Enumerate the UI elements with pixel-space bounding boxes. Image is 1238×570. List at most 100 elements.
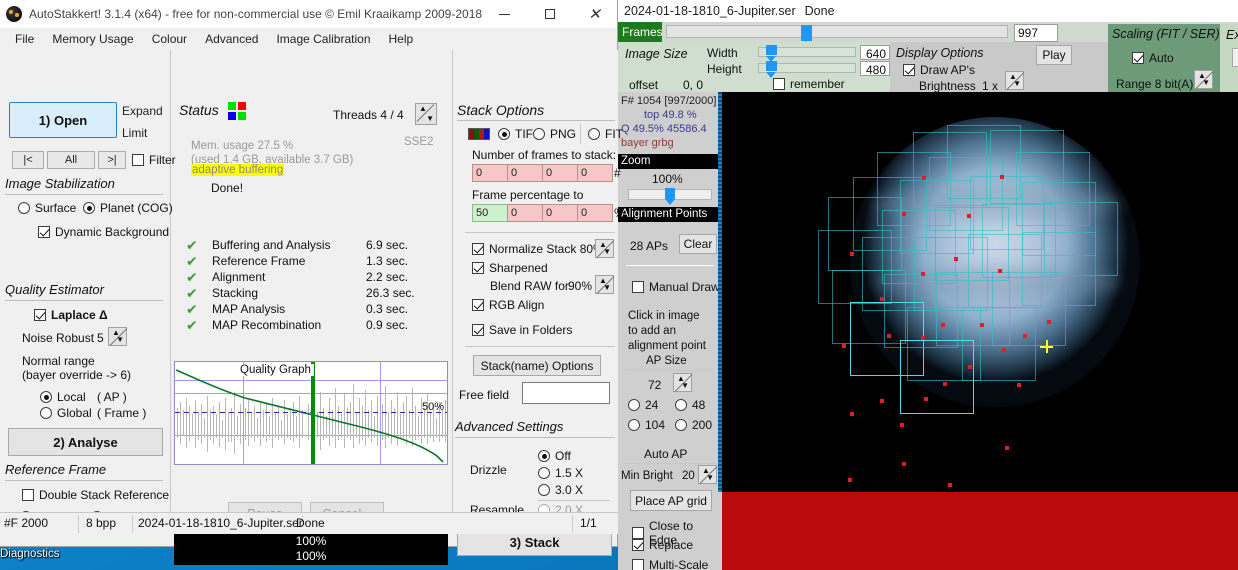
menu-file[interactable]: File xyxy=(6,30,43,48)
frames-pct-fields[interactable]: 50 0 0 0 xyxy=(472,204,613,222)
range-spinner[interactable]: ▲ ▼ xyxy=(1194,70,1213,89)
export-current-button[interactable]: Curren xyxy=(1232,48,1238,67)
clear-aps-button[interactable]: Clear xyxy=(679,234,717,254)
minimize-button[interactable] xyxy=(482,0,527,28)
threads-spinner[interactable]: ▲ ▼ xyxy=(415,103,437,125)
step-row: ✔ MAP Recombination 0.9 sec. xyxy=(186,318,448,334)
ap-size-spinner[interactable]: ▲ ▼ xyxy=(673,373,692,392)
drizzle-off-radio[interactable]: Off xyxy=(538,449,571,463)
image-size-title: Image Size xyxy=(625,47,688,61)
quality-graph[interactable]: Quality Graph 50% xyxy=(174,361,448,465)
frames-pct-field-1[interactable]: 50 xyxy=(472,204,508,222)
format-tif-radio-dot xyxy=(498,128,510,140)
ap-dot xyxy=(902,212,906,216)
global-frame-radio[interactable]: Global xyxy=(40,406,92,420)
remember-checkbox[interactable]: remember xyxy=(773,77,845,91)
check-icon: ✔ xyxy=(186,302,198,318)
frames-value[interactable]: 997 xyxy=(1014,24,1058,42)
close-icon: ✕ xyxy=(588,5,601,23)
frame-image-canvas[interactable] xyxy=(722,92,1238,492)
analyse-button[interactable]: 2) Analyse xyxy=(8,428,163,456)
sharpened-checkbox[interactable]: Sharpened xyxy=(472,261,548,275)
width-slider-thumb[interactable] xyxy=(766,45,777,62)
frames-slider-thumb[interactable] xyxy=(801,25,812,42)
menu-memory-usage[interactable]: Memory Usage xyxy=(43,30,142,48)
normalize-stack-checkbox[interactable]: Normalize Stack 80% xyxy=(472,242,604,256)
rgb-align-label: RGB Align xyxy=(489,298,545,312)
save-in-folders-checkbox[interactable]: Save in Folders xyxy=(472,323,572,337)
nav-first-button[interactable]: |< xyxy=(12,151,44,169)
ap-dot xyxy=(954,257,958,261)
ap-size-24-radio[interactable]: 24 xyxy=(628,398,658,412)
zoom-slider[interactable] xyxy=(628,188,712,205)
frame-viewer-state: Done xyxy=(804,4,835,18)
width-value[interactable]: 640 xyxy=(860,45,890,61)
ap-dot xyxy=(1023,334,1027,338)
format-tif-radio[interactable]: TIF xyxy=(498,127,533,141)
format-png-radio-dot xyxy=(533,128,545,140)
frames-count-field-3[interactable]: 0 xyxy=(542,164,578,182)
nav-last-button[interactable]: >| xyxy=(98,151,126,169)
width-slider[interactable] xyxy=(758,45,856,62)
manual-draw-checkbox[interactable]: Manual Draw xyxy=(632,280,720,294)
frames-count-field-2[interactable]: 0 xyxy=(507,164,543,182)
drizzle-30x-radio[interactable]: 3.0 X xyxy=(538,483,583,497)
surface-radio[interactable]: Surface xyxy=(18,201,76,215)
multi-scale-checkbox[interactable]: Multi-Scale xyxy=(632,558,708,570)
normalize-spinner[interactable]: ▲ ▼ xyxy=(595,239,614,258)
maximize-button[interactable] xyxy=(527,0,572,28)
autostakkert-window: AutoStakkert! 3.1.4 (x64) - free for non… xyxy=(0,0,625,565)
menu-advanced[interactable]: Advanced xyxy=(196,30,267,48)
format-png-radio[interactable]: PNG xyxy=(533,127,576,141)
sse-label: SSE2 xyxy=(404,136,434,148)
zoom-slider-thumb[interactable] xyxy=(665,188,675,205)
height-slider[interactable] xyxy=(758,61,856,78)
laplace-label: Laplace Δ xyxy=(51,308,108,322)
menu-image-calibration[interactable]: Image Calibration xyxy=(267,30,379,48)
menu-colour[interactable]: Colour xyxy=(143,30,196,48)
format-fit-radio[interactable]: FIT xyxy=(588,127,623,141)
blend-raw-spinner[interactable]: ▲ ▼ xyxy=(595,275,614,294)
laplace-checkbox[interactable]: Laplace Δ xyxy=(34,308,108,322)
frames-count-fields[interactable]: 0 0 0 0 xyxy=(472,164,613,182)
frames-pct-field-3[interactable]: 0 xyxy=(542,204,578,222)
frames-count-field-1[interactable]: 0 xyxy=(472,164,508,182)
open-button[interactable]: 1) Open xyxy=(9,102,117,138)
stack-name-options-button[interactable]: Stack(name) Options xyxy=(473,355,601,376)
ap-size-48-radio[interactable]: 48 xyxy=(675,398,705,412)
step-row: ✔ MAP Analysis 0.3 sec. xyxy=(186,302,448,318)
quality-estimator-title: Quality Estimator xyxy=(5,282,104,297)
play-button[interactable]: Play xyxy=(1036,45,1072,65)
expand-label[interactable]: Expand xyxy=(122,104,163,118)
rgb-align-checkbox[interactable]: RGB Align xyxy=(472,298,544,312)
planet-cog-radio[interactable]: Planet (COG) xyxy=(83,201,173,215)
height-slider-thumb[interactable] xyxy=(766,61,777,78)
noise-robust-spinner[interactable]: ▲ ▼ xyxy=(108,327,127,346)
draw-aps-checkbox[interactable]: Draw AP's xyxy=(903,63,975,77)
ap-box[interactable] xyxy=(900,340,974,414)
frames-slider[interactable] xyxy=(666,25,1008,42)
brightness-spinner[interactable]: ▲ ▼ xyxy=(1005,71,1024,90)
replace-checkbox[interactable]: Replace xyxy=(632,538,693,552)
frames-pct-field-4[interactable]: 0 xyxy=(577,204,613,222)
close-button[interactable]: ✕ xyxy=(572,0,617,28)
ap-size-104-radio[interactable]: 104 xyxy=(628,418,665,432)
dynamic-background-checkbox[interactable]: Dynamic Background xyxy=(38,225,169,239)
menu-help[interactable]: Help xyxy=(380,30,423,48)
frames-count-field-4[interactable]: 0 xyxy=(577,164,613,182)
ap-size-200-radio[interactable]: 200 xyxy=(675,418,712,432)
taskbar-item-diagnostics[interactable]: Diagnostics xyxy=(0,548,59,560)
min-bright-spinner[interactable]: ▲ ▼ xyxy=(698,465,717,484)
limit-label[interactable]: Limit xyxy=(122,126,147,140)
double-stack-reference-checkbox[interactable]: Double Stack Reference xyxy=(22,488,169,502)
drizzle-15x-radio[interactable]: 1.5 X xyxy=(538,466,583,480)
place-ap-grid-button[interactable]: Place AP grid xyxy=(630,490,712,511)
height-value[interactable]: 480 xyxy=(860,61,890,77)
auto-scaling-checkbox[interactable]: Auto xyxy=(1132,51,1174,65)
local-ap-radio[interactable]: Local xyxy=(40,390,86,404)
export-panel: Export Fr Curren As dis xyxy=(1220,24,1238,92)
filter-checkbox[interactable]: Filter xyxy=(132,153,176,167)
nav-all-button[interactable]: All xyxy=(47,151,95,169)
free-field-input[interactable] xyxy=(522,382,610,404)
frames-pct-field-2[interactable]: 0 xyxy=(507,204,543,222)
